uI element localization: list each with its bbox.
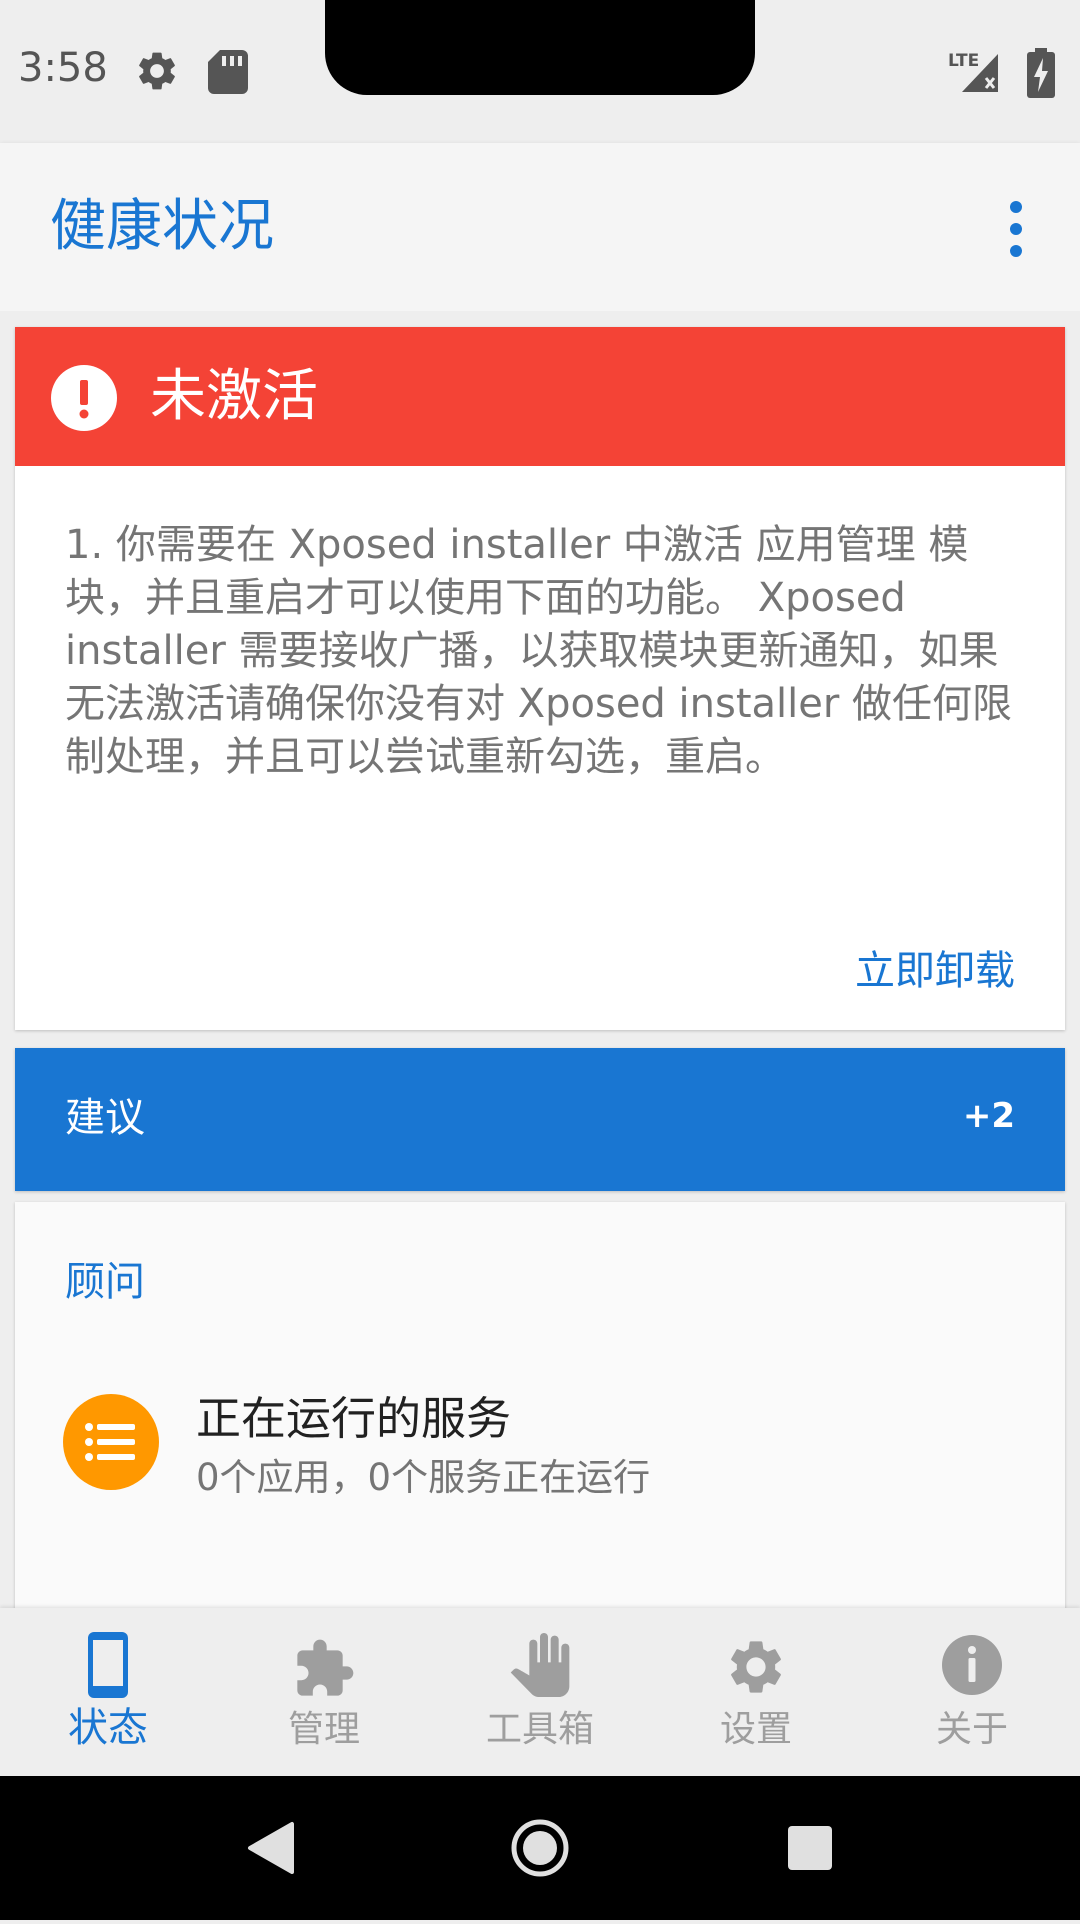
uninstall-now-button[interactable]: 立即卸载 (855, 947, 1015, 995)
gear-icon (134, 48, 180, 94)
advisor-card: 顾问 正在运行的服务 0个应用，0个服务正在运行 (15, 1202, 1065, 1608)
content-area[interactable]: 未激活 1. 你需要在 Xposed installer 中激活 应用管理 模块… (0, 311, 1080, 1608)
overflow-menu-button[interactable] (992, 199, 1040, 259)
nav-item-status[interactable]: 状态 (0, 1608, 216, 1776)
home-icon (511, 1819, 569, 1877)
nav-item-manage[interactable]: 管理 (216, 1608, 432, 1776)
home-button[interactable] (470, 1776, 610, 1920)
running-services-item[interactable]: 正在运行的服务 0个应用，0个服务正在运行 (15, 1392, 1065, 1522)
running-services-title: 正在运行的服务 (196, 1392, 512, 1445)
status-card: 未激活 1. 你需要在 Xposed installer 中激活 应用管理 模块… (15, 327, 1065, 1030)
nav-label-toolbox: 工具箱 (485, 1709, 594, 1750)
system-navigation-bar (0, 1776, 1080, 1920)
bottom-navigation: 状态 管理 工具箱 设置 关于 (0, 1608, 1080, 1776)
sd-card-icon (208, 50, 248, 94)
suggestions-title: 建议 (65, 1095, 145, 1141)
nav-item-settings[interactable]: 设置 (648, 1608, 864, 1776)
status-bar: 3:58 LTE (0, 0, 1080, 143)
suggestions-count-badge: +2 (962, 1096, 1015, 1136)
nav-label-about: 关于 (935, 1709, 1008, 1750)
nav-item-toolbox[interactable]: 工具箱 (432, 1608, 648, 1776)
status-title: 未激活 (150, 364, 318, 429)
nav-item-about[interactable]: 关于 (864, 1608, 1080, 1776)
display-notch (325, 0, 755, 95)
status-time: 3:58 (18, 45, 108, 91)
hand-icon (508, 1630, 572, 1700)
status-header: 未激活 (15, 327, 1065, 466)
more-vert-icon (1010, 201, 1022, 257)
advisor-title: 顾问 (65, 1259, 145, 1305)
suggestions-card[interactable]: 建议 +2 (15, 1048, 1065, 1191)
svg-text:LTE: LTE (948, 51, 979, 71)
back-icon (248, 1822, 294, 1874)
page-title: 健康状况 (50, 194, 274, 259)
alert-circle-icon (51, 365, 117, 431)
puzzle-icon (292, 1630, 356, 1700)
recents-icon (788, 1826, 832, 1870)
battery-charging-icon (1026, 48, 1056, 98)
back-button[interactable] (200, 1776, 340, 1920)
app-bar: 健康状况 (0, 143, 1080, 311)
nav-label-settings: 设置 (719, 1709, 792, 1750)
list-icon (63, 1394, 159, 1490)
lte-signal-icon: LTE (946, 48, 1006, 96)
gear-icon (724, 1630, 788, 1700)
status-message: 1. 你需要在 Xposed installer 中激活 应用管理 模块，并且重… (65, 522, 1013, 780)
nav-label-status: 状态 (68, 1705, 148, 1751)
info-icon (940, 1630, 1004, 1700)
running-services-subtitle: 0个应用，0个服务正在运行 (196, 1456, 651, 1499)
phone-icon (76, 1630, 140, 1700)
nav-label-manage: 管理 (287, 1709, 360, 1750)
recents-button[interactable] (740, 1776, 880, 1920)
